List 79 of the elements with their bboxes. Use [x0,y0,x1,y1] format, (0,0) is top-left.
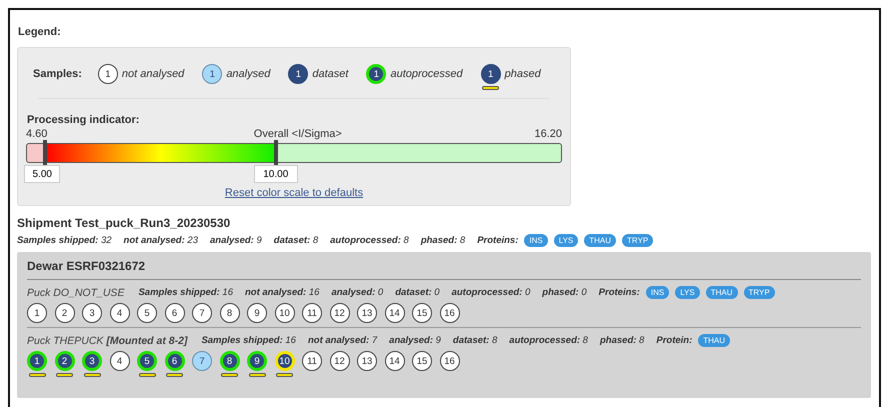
puck-name: Puck THEPUCK [Mounted at 8-2] [27,334,188,346]
protein-tag: THAU [706,286,738,299]
legend-label: autoprocessed [390,67,463,82]
legend-label: analysed [226,67,270,82]
stat-text: autoprocessed: 8 [509,335,588,346]
stat-text: Samples shipped: 16 [138,287,233,298]
threshold-input[interactable]: 5.00 [24,165,60,183]
stat-text: dataset: 8 [452,335,498,346]
sample-circle: 10 [274,303,294,323]
legend-label: phased [504,67,541,82]
scale-title: Overall <I/Sigma> [254,128,342,140]
sample-circle: 2 [54,303,74,323]
stat-text: not analysed: 16 [244,287,320,298]
sample-circle: 8 [220,303,240,323]
sample-circle: 1 [288,64,308,84]
sample-circle: 3 [82,303,102,323]
legend-title: Legend: [18,26,62,38]
stat-text: dataset: 8 [274,235,318,246]
legend-label: dataset [312,67,348,82]
sample-circle: 13 [357,303,377,323]
stat-text: not analysed: 23 [124,235,198,246]
sample-circle: 13 [357,351,377,371]
proteins-label: Proteins: [598,287,640,298]
sample-circle: 16 [440,351,460,371]
slider-handle[interactable] [43,140,48,166]
slider-handle[interactable] [274,140,278,166]
sample-circle: 14 [384,303,404,323]
sample-circle: 6 [164,303,184,323]
protein-tag: TRYP [744,286,775,299]
dewar-title: Dewar ESRF0321672 [27,257,861,280]
shipment-title: Shipment Test_puck_Run3_20230530 [17,216,232,230]
sample-circle: 5 [137,303,157,323]
protein-tag: INS [646,286,670,299]
proteins-label: Proteins: [477,235,518,246]
sample-circle: 15 [412,303,432,323]
stat-text: analysed: 9 [389,335,441,346]
sample-circle: 16 [440,303,460,323]
threshold-input[interactable]: 10.00 [254,165,298,183]
sample-circle: 11 [302,351,322,371]
reset-link[interactable]: Reset color scale to defaults [224,187,364,199]
sample-circle: 12 [330,303,350,323]
sample-circle: 4 [110,351,130,371]
puck-name: Puck DO_NOT_USE [27,286,124,298]
sample-circle: 9 [247,303,267,323]
sample-circle: 1 [202,64,222,84]
color-scale-slider[interactable] [26,143,562,163]
sample-circle: 1 [27,303,47,323]
samples-label: Samples: [33,67,82,82]
proteins-label: Protein: [656,335,692,346]
processing-title: Processing indicator: [27,114,140,126]
protein-tag: LYS [554,234,578,247]
sample-circle: 4 [110,303,130,323]
scale-max: 16.20 [534,128,562,142]
stat-text: analysed: 0 [331,287,384,298]
sample-circle: 7 [192,303,212,323]
protein-tag: THAU [584,234,616,247]
sample-circle: 14 [384,351,404,371]
sample-circle: 15 [412,351,432,371]
stat-text: analysed: 9 [210,235,262,246]
stat-text: autoprocessed: 8 [330,235,409,246]
stat-text: phased: 8 [600,335,644,346]
sample-circle: 1 [366,64,386,84]
sample-circle: 1 [98,64,118,84]
sample-circle: 11 [302,303,322,323]
protein-tag: LYS [675,286,700,299]
protein-tag: TRYP [622,234,654,247]
stat-text: Samples shipped: 16 [201,335,296,346]
stat-text: dataset: 0 [395,287,440,298]
scale-min: 4.60 [26,128,48,142]
protein-tag: INS [524,234,548,247]
sample-circle: 7 [192,351,212,371]
stat-text: Samples shipped: 32 [17,235,112,246]
stat-text: not analysed: 7 [308,335,378,346]
protein-tag: THAU [698,334,730,347]
stat-text: phased: 8 [420,235,466,246]
stat-text: phased: 0 [542,287,587,298]
stat-text: autoprocessed: 0 [452,287,530,298]
legend-label: not analysed [122,67,184,82]
sample-circle: 12 [330,351,350,371]
